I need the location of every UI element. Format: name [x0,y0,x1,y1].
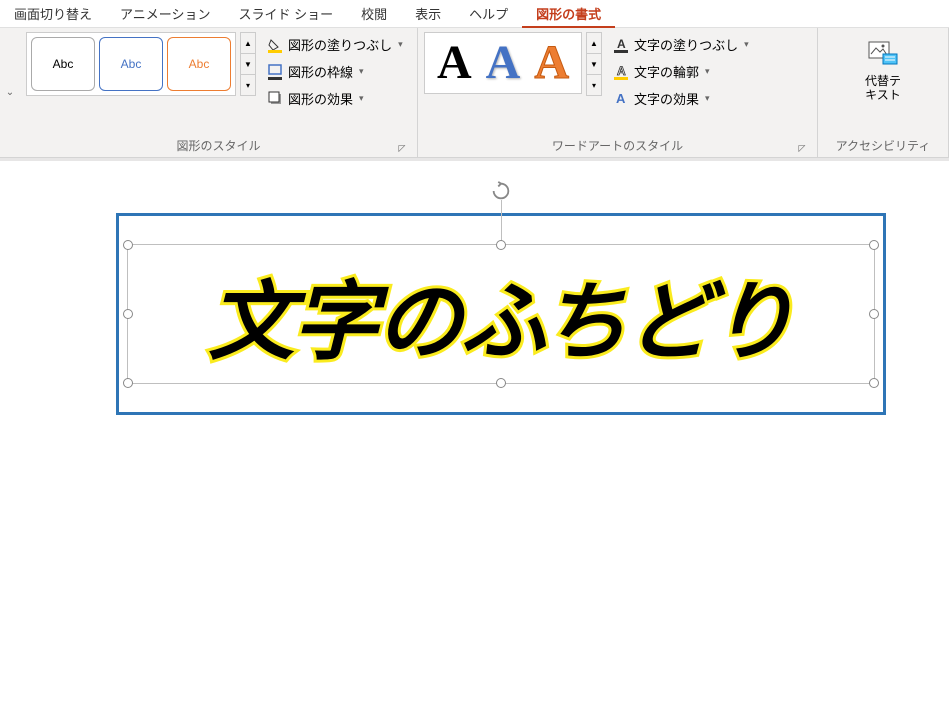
resize-handle-se[interactable] [869,378,879,388]
shape-style-preview-2[interactable]: Abc [99,37,163,91]
shape-gallery-scroll: ▲ ▼ ▾ [240,32,256,96]
wordart-preview-1[interactable]: A [437,39,472,87]
chevron-down-icon: ▾ [359,66,364,77]
shape-style-preview-1[interactable]: Abc [31,37,95,91]
tab-animations[interactable]: アニメーション [106,0,224,29]
gallery-up-icon[interactable]: ▲ [241,33,255,54]
chevron-down-icon: ▾ [744,39,749,50]
resize-handle-n[interactable] [496,240,506,250]
text-fill-button[interactable]: A 文字の塗りつぶし ▾ [610,32,753,57]
gallery-down-icon[interactable]: ▼ [587,54,601,75]
text-effects-icon: A [614,91,630,107]
shape-outline-button[interactable]: 図形の枠線 ▾ [264,59,407,84]
alt-text-label-2: キスト [865,88,901,102]
effects-icon [268,91,284,107]
rotate-handle-icon[interactable] [490,180,512,202]
text-fill-icon: A [614,37,630,53]
resize-handle-ne[interactable] [869,240,879,250]
text-outline-label: 文字の輪郭 [634,62,699,81]
tab-slideshow[interactable]: スライド ショー [225,0,348,29]
selected-text-box[interactable]: 文字のふちどり [116,213,886,415]
resize-handle-s[interactable] [496,378,506,388]
alt-text-icon [867,38,899,70]
shape-effects-label: 図形の効果 [288,89,353,108]
svg-text:A: A [616,91,626,106]
text-outline-icon: A [614,64,630,80]
ribbon-content: ⌄ Abc Abc Abc ▲ ▼ ▾ 図形の塗りつぶし ▾ [0,28,949,158]
chevron-down-icon: ▾ [359,93,364,104]
alt-text-label-1: 代替テ [865,74,901,88]
wordart-text-content[interactable]: 文字のふちどり [119,252,883,377]
dialog-launcher-icon[interactable]: ◸ [795,141,809,155]
svg-text:A: A [617,37,626,51]
alt-text-button[interactable]: 代替テ キスト [855,32,911,109]
shape-effects-button[interactable]: 図形の効果 ▾ [264,86,407,111]
pen-outline-icon [268,64,284,80]
wordart-gallery-scroll: ▲ ▼ ▾ [586,32,602,96]
gallery-more-icon[interactable]: ▾ [241,75,255,95]
chevron-down-icon: ▾ [705,93,710,104]
shape-styles-group-label: 図形のスタイル ◸ [26,134,411,157]
tab-shape-format[interactable]: 図形の書式 [522,0,615,29]
group-shape-styles: Abc Abc Abc ▲ ▼ ▾ 図形の塗りつぶし ▾ [20,28,418,157]
ribbon-overflow-left[interactable]: ⌄ [0,28,20,157]
tab-help[interactable]: ヘルプ [455,0,522,29]
group-wordart-styles: A A A ▲ ▼ ▾ A 文字の塗りつぶし ▾ A [418,28,818,157]
tab-transitions[interactable]: 画面切り替え [0,0,106,29]
wordart-preview-2[interactable]: A [486,39,521,87]
shape-fill-label: 図形の塗りつぶし [288,35,392,54]
slide-canvas[interactable]: 文字のふちどり [0,158,949,718]
text-effects-label: 文字の効果 [634,89,699,108]
svg-text:A: A [617,64,626,78]
gallery-up-icon[interactable]: ▲ [587,33,601,54]
gallery-more-icon[interactable]: ▾ [587,75,601,95]
wordart-gallery: A A A [424,32,582,94]
rotate-connector [501,200,502,244]
tab-view[interactable]: 表示 [401,0,455,29]
ribbon-tabs: 画面切り替え アニメーション スライド ショー 校閲 表示 ヘルプ 図形の書式 [0,0,949,28]
wordart-styles-group-label: ワードアートのスタイル ◸ [424,134,811,157]
accessibility-group-label: アクセシビリティ [824,134,942,157]
dialog-launcher-icon[interactable]: ◸ [395,141,409,155]
resize-handle-nw[interactable] [123,240,133,250]
shape-fill-button[interactable]: 図形の塗りつぶし ▾ [264,32,407,57]
text-outline-button[interactable]: A 文字の輪郭 ▾ [610,59,753,84]
text-fill-label: 文字の塗りつぶし [634,35,738,54]
chevron-down-icon: ▾ [705,66,710,77]
group-accessibility: 代替テ キスト アクセシビリティ [818,28,949,157]
gallery-down-icon[interactable]: ▼ [241,54,255,75]
shape-style-gallery: Abc Abc Abc [26,32,236,96]
paint-bucket-icon [268,37,284,53]
shape-outline-label: 図形の枠線 [288,62,353,81]
tab-review[interactable]: 校閲 [347,0,401,29]
text-effects-button[interactable]: A 文字の効果 ▾ [610,86,753,111]
resize-handle-sw[interactable] [123,378,133,388]
shape-style-preview-3[interactable]: Abc [167,37,231,91]
wordart-preview-3[interactable]: A [534,39,569,87]
chevron-down-icon: ▾ [398,39,403,50]
